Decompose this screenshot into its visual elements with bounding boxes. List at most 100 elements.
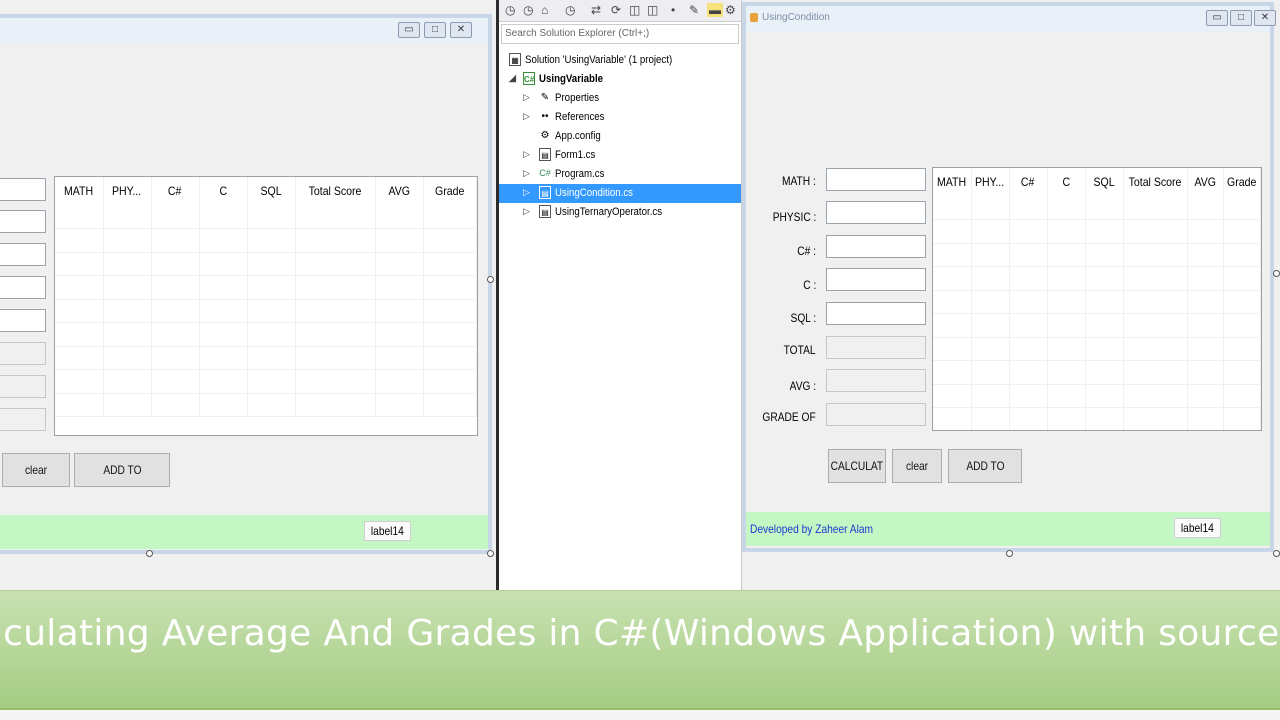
table-row	[933, 290, 1261, 314]
tree-item-solution[interactable]: ▦ Solution 'UsingVariable' (1 project)	[499, 51, 741, 70]
app-icon	[750, 13, 758, 22]
resize-handle[interactable]	[1273, 270, 1280, 277]
right-form-window: UsingCondition ▭ □ ✕ MATH : PHYSIC : C# …	[742, 2, 1276, 552]
references-icon: ••	[541, 111, 549, 122]
math-input[interactable]	[0, 178, 46, 201]
scores-grid[interactable]: MATH PHY... C# C SQL Total Score AVG Gra…	[932, 167, 1262, 431]
collapsed-arrow-icon[interactable]: ▷	[523, 149, 530, 160]
left-form-window: ▭ □ ✕ MATH PHY... C# C SQL Total Score A…	[0, 14, 492, 554]
solution-explorer: ◷ ◷ ⌂ ◷ ⇄ ⟳ ◫ ◫ • ✎ ▬ ⚙ Search Solution …	[496, 0, 742, 590]
grid-header[interactable]: C	[199, 177, 248, 205]
back-icon[interactable]: ◷	[505, 3, 515, 17]
resize-handle[interactable]	[146, 550, 153, 557]
settings-icon[interactable]: ⚙	[725, 3, 736, 17]
form-file-icon: ▤	[539, 205, 551, 218]
status-strip: label14	[0, 515, 488, 549]
resize-handle[interactable]	[487, 276, 494, 283]
physic-input[interactable]	[0, 210, 46, 233]
grade-output	[826, 403, 926, 426]
minimize-button[interactable]: ▭	[398, 22, 420, 38]
grid-header[interactable]: SQL	[247, 177, 296, 205]
close-button[interactable]: ✕	[450, 22, 472, 38]
table-row	[55, 393, 477, 417]
math-input[interactable]	[826, 168, 926, 191]
tree-item-references[interactable]: ▷ •• References	[499, 108, 741, 127]
grid-header[interactable]: C#	[1009, 168, 1048, 196]
add-to-button[interactable]: ADD TO	[948, 449, 1022, 483]
tree-item-properties[interactable]: ▷ ✎ Properties	[499, 89, 741, 108]
grid-header[interactable]: MATH	[933, 168, 972, 196]
grid-header[interactable]: C#	[151, 177, 200, 205]
grid-header[interactable]: PHY...	[103, 177, 152, 205]
view-code-icon[interactable]: •	[671, 3, 675, 17]
expanded-arrow-icon[interactable]: ◢	[509, 73, 516, 84]
table-row	[55, 275, 477, 300]
maximize-button[interactable]: □	[1230, 10, 1252, 26]
collapsed-arrow-icon[interactable]: ▷	[523, 187, 530, 198]
total-label: TOTAL	[784, 343, 816, 357]
table-row	[55, 228, 477, 253]
calculate-button[interactable]: CALCULAT	[828, 449, 886, 483]
history-icon[interactable]: ◷	[565, 3, 575, 17]
maximize-button[interactable]: □	[424, 22, 446, 38]
tree-item-using-ternary[interactable]: ▷ ▤ UsingTernaryOperator.cs	[499, 203, 741, 222]
sql-input[interactable]	[0, 309, 46, 332]
wrench-icon: ✎	[540, 92, 550, 103]
left-window-body: MATH PHY... C# C SQL Total Score AVG Gra…	[0, 44, 488, 550]
csharp-input[interactable]	[0, 243, 46, 266]
minimize-button[interactable]: ▭	[1206, 10, 1228, 26]
grid-header[interactable]: AVG	[1187, 168, 1224, 196]
form-file-icon: ▤	[539, 186, 551, 199]
close-button[interactable]: ✕	[1254, 10, 1276, 26]
physic-input[interactable]	[826, 201, 926, 224]
home-icon[interactable]: ⌂	[541, 3, 548, 17]
grid-header[interactable]: Grade	[1223, 168, 1261, 196]
grid-header[interactable]: Total Score	[295, 177, 376, 205]
collapse-icon[interactable]: ◫	[629, 3, 640, 17]
collapsed-arrow-icon[interactable]: ▷	[523, 206, 530, 217]
table-row	[55, 299, 477, 323]
clear-button[interactable]: clear	[892, 449, 942, 483]
tree-item-form1[interactable]: ▷ ▤ Form1.cs	[499, 146, 741, 165]
grid-header[interactable]: PHY...	[971, 168, 1010, 196]
collapsed-arrow-icon[interactable]: ▷	[523, 92, 530, 103]
collapsed-arrow-icon[interactable]: ▷	[523, 111, 530, 122]
resize-handle[interactable]	[487, 550, 494, 557]
grid-header[interactable]: Grade	[423, 177, 477, 205]
c-input[interactable]	[0, 276, 46, 299]
table-row	[55, 322, 477, 347]
developer-credit: Developed by Zaheer Alam	[750, 522, 874, 536]
physic-label: PHYSIC :	[772, 210, 816, 224]
tree-item-program[interactable]: ▷ C# Program.cs	[499, 165, 741, 184]
title-banner: Calculating Average And Grades in C#(Win…	[0, 590, 1280, 710]
c-input[interactable]	[826, 268, 926, 291]
resize-handle[interactable]	[1273, 550, 1280, 557]
show-all-files-icon[interactable]: ◫	[647, 3, 658, 17]
grid-header[interactable]: MATH	[55, 177, 104, 205]
grid-header[interactable]: Total Score	[1123, 168, 1188, 196]
grid-header[interactable]: C	[1047, 168, 1086, 196]
tree-item-app-config[interactable]: ⚙ App.config	[499, 127, 741, 146]
forward-icon[interactable]: ◷	[523, 3, 533, 17]
grid-header[interactable]: AVG	[375, 177, 424, 205]
resize-handle[interactable]	[1006, 550, 1013, 557]
tree-item-using-condition[interactable]: ▷ ▤ UsingCondition.cs	[499, 184, 741, 203]
tree-item-project[interactable]: ◢ C# UsingVariable	[499, 70, 741, 89]
table-row	[55, 205, 477, 229]
refresh-icon[interactable]: ⟳	[611, 3, 621, 17]
sql-label: SQL :	[790, 311, 816, 325]
status-strip: Developed by Zaheer Alam label14	[746, 512, 1270, 546]
csharp-input[interactable]	[826, 235, 926, 258]
grid-header[interactable]: SQL	[1085, 168, 1124, 196]
sql-input[interactable]	[826, 302, 926, 325]
properties-icon[interactable]: ✎	[689, 3, 699, 17]
add-to-button[interactable]: ADD TO	[74, 453, 170, 487]
collapsed-arrow-icon[interactable]: ▷	[523, 168, 530, 179]
sync-icon[interactable]: ⇄	[591, 3, 601, 17]
se-search-input[interactable]: Search Solution Explorer (Ctrl+;)	[501, 24, 739, 44]
preview-icon[interactable]: ▬	[707, 3, 723, 17]
right-window-body: MATH : PHYSIC : C# : C : SQL : TOTAL AVG…	[746, 32, 1270, 548]
clear-button[interactable]: clear	[2, 453, 70, 487]
grade-label: GRADE OF	[762, 410, 816, 424]
scores-grid[interactable]: MATH PHY... C# C SQL Total Score AVG Gra…	[54, 176, 478, 436]
